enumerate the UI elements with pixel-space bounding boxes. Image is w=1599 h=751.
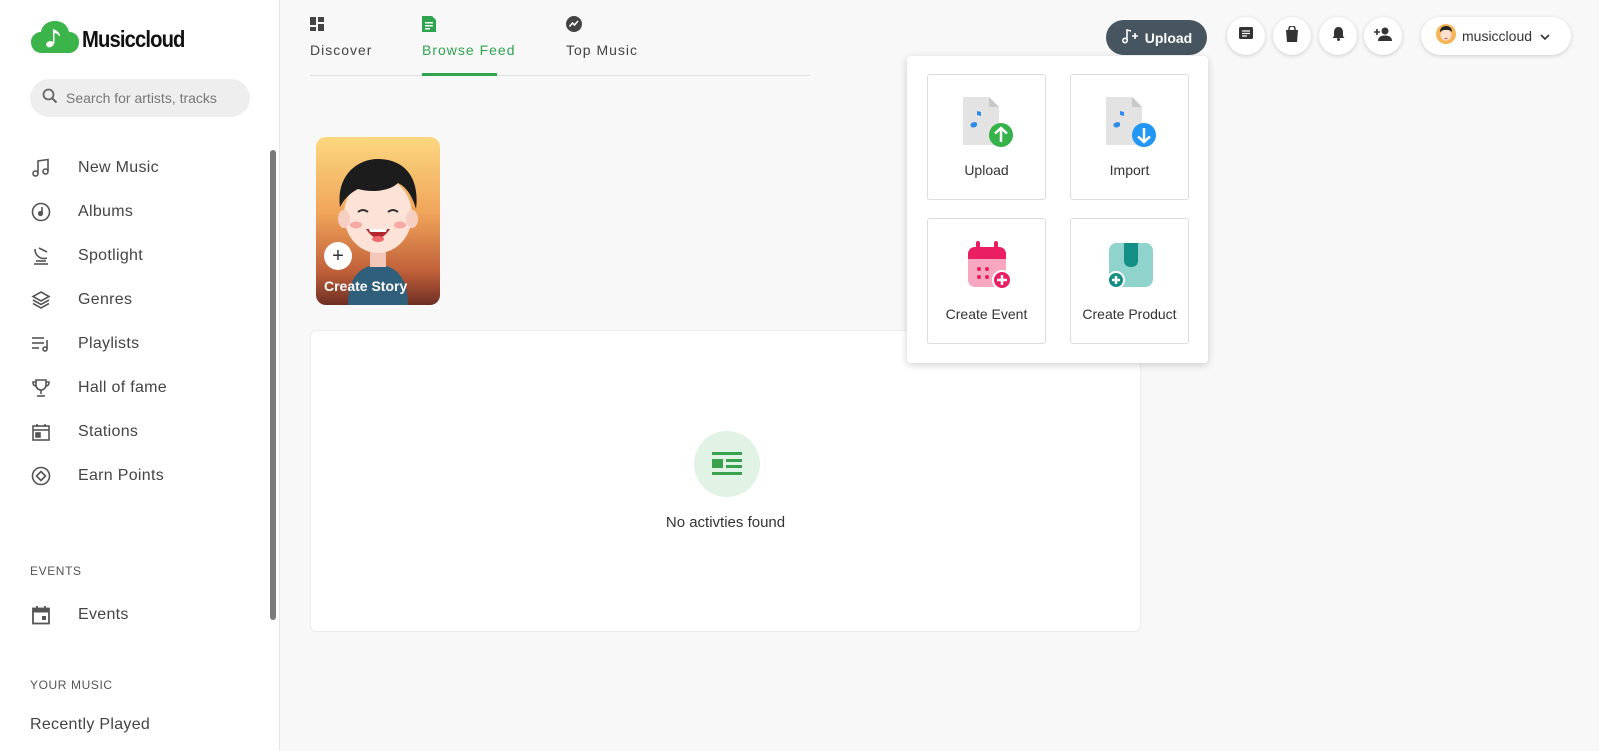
search-input[interactable] [66, 90, 246, 106]
sidebar-item-playlists[interactable]: Playlists [30, 322, 260, 366]
cart-button[interactable] [1273, 17, 1311, 55]
upload-menu-item-import[interactable]: Import [1070, 74, 1189, 200]
upload-menu-item-create-product[interactable]: Create Product [1070, 218, 1189, 344]
feed-icon [422, 15, 436, 37]
trending-icon [566, 15, 582, 37]
your-music-section-title: YOUR MUSIC [30, 678, 113, 692]
search-box[interactable] [30, 79, 250, 117]
tab-browse-feed[interactable]: Browse Feed [422, 15, 515, 76]
bell-icon [1332, 26, 1345, 46]
shopping-bag-icon [1285, 24, 1299, 47]
sidebar-item-stations[interactable]: Stations [30, 410, 260, 454]
music-note-icon [30, 157, 52, 179]
dashboard-icon [310, 16, 324, 36]
notifications-button[interactable] [1319, 17, 1357, 55]
app-logo[interactable]: Musiccloud [30, 20, 199, 59]
sidebar-nav: New Music Albums Spotlight Genres Playli… [30, 146, 260, 498]
add-story-icon[interactable]: + [324, 242, 352, 270]
layers-icon [30, 289, 52, 311]
events-section-title: EVENTS [30, 564, 82, 578]
search-icon [42, 88, 58, 109]
user-menu-button[interactable]: musiccloud [1421, 17, 1571, 55]
add-user-icon [1374, 27, 1392, 46]
chevron-down-icon [1540, 27, 1550, 45]
create-story-label: Create Story [324, 278, 408, 294]
cloud-logo-icon [30, 20, 80, 59]
sidebar-item-hall-of-fame[interactable]: Hall of fame [30, 366, 260, 410]
sidebar-item-events[interactable]: Events [30, 593, 260, 637]
spotlight-icon [30, 245, 52, 267]
sidebar-item-genres[interactable]: Genres [30, 278, 260, 322]
create-product-icon [1104, 239, 1158, 293]
sidebar-item-albums[interactable]: Albums [30, 190, 260, 234]
messages-button[interactable] [1227, 17, 1265, 55]
station-icon [30, 421, 52, 443]
create-event-icon [961, 239, 1015, 293]
music-plus-icon [1121, 28, 1139, 47]
message-icon [1239, 26, 1253, 46]
album-icon [30, 201, 52, 223]
file-upload-icon [961, 95, 1015, 149]
calendar-icon [30, 604, 52, 626]
sidebar-item-recently-played[interactable]: Recently Played [30, 716, 150, 734]
empty-state-text: No activties found [665, 514, 786, 531]
sidebar-item-new-music[interactable]: New Music [30, 146, 260, 190]
main-tabs: Discover Browse Feed Top Music [310, 15, 810, 76]
add-friend-button[interactable] [1364, 17, 1402, 55]
playlist-icon [30, 333, 52, 355]
upload-menu: Upload Import Create Event Create Produc… [907, 56, 1208, 363]
points-icon [30, 465, 52, 487]
create-story-card[interactable]: + Create Story [316, 137, 440, 305]
sidebar-item-spotlight[interactable]: Spotlight [30, 234, 260, 278]
upload-menu-item-upload[interactable]: Upload [927, 74, 1046, 200]
tab-top-music[interactable]: Top Music [566, 15, 638, 76]
activity-feed: No activties found [310, 330, 1141, 632]
file-import-icon [1104, 95, 1158, 149]
sidebar: Musiccloud New Music Albums Spotlight [0, 0, 280, 751]
app-name: Musiccloud [82, 26, 185, 52]
feed-empty-icon [694, 431, 760, 497]
upload-menu-item-create-event[interactable]: Create Event [927, 218, 1046, 344]
sidebar-item-earn-points[interactable]: Earn Points [30, 454, 260, 498]
avatar [1436, 23, 1456, 49]
active-tab-indicator [422, 73, 497, 76]
trophy-icon [30, 377, 52, 399]
upload-button[interactable]: Upload [1106, 20, 1207, 55]
sidebar-scrollbar[interactable] [270, 150, 276, 620]
tab-discover[interactable]: Discover [310, 16, 372, 76]
